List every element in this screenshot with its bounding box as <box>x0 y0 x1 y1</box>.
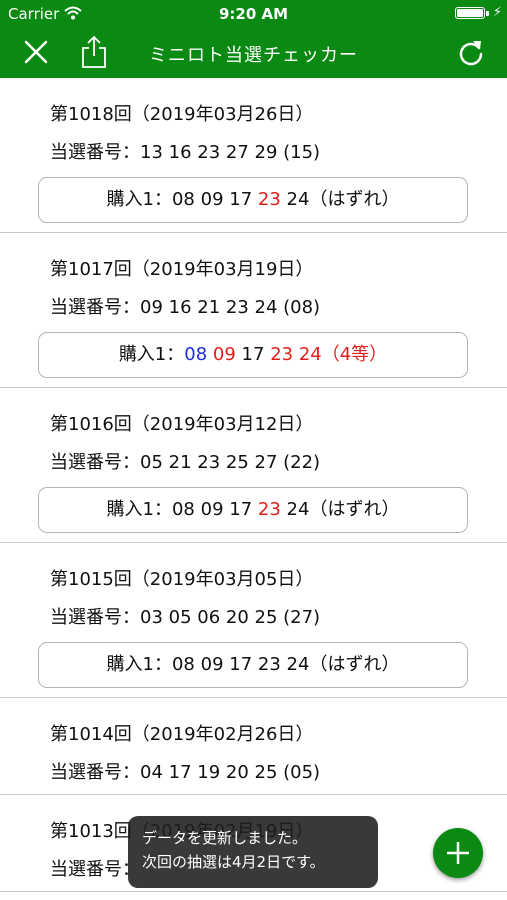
status-bar: Carrier 9:20 AM ⚡ <box>0 0 507 28</box>
battery-icon <box>455 7 485 19</box>
purchase-number: 17 <box>229 654 253 675</box>
purchase-result: （4等） <box>321 344 388 365</box>
purchase-number: 09 <box>212 344 236 365</box>
purchase-entry[interactable]: 購入1：08 09 17 23 24（はずれ） <box>38 177 468 223</box>
draw-title: 第1017回（2019年03月19日） <box>50 259 314 280</box>
draw-title: 第1018回（2019年03月26日） <box>50 104 314 125</box>
purchase-number: 08 <box>184 344 208 365</box>
purchase-number: 24 <box>286 499 310 520</box>
refresh-icon[interactable] <box>457 38 485 66</box>
purchase-number: 17 <box>229 189 253 210</box>
purchase-number: 09 <box>200 654 224 675</box>
nav-bar: ミニロト当選チェッカー <box>0 28 507 78</box>
draw-title: 第1016回（2019年03月12日） <box>50 414 314 435</box>
purchase-label: 購入1： <box>106 654 172 675</box>
toast-line: データを更新しました。 <box>142 829 308 847</box>
purchase-result: （はずれ） <box>309 189 400 210</box>
page-title: ミニロト当選チェッカー <box>149 45 358 66</box>
purchase-number: 08 <box>171 654 195 675</box>
purchase-number: 17 <box>229 499 253 520</box>
purchase-entry[interactable]: 購入1：08 09 17 23 24（はずれ） <box>38 487 468 533</box>
purchase-number: 24 <box>286 654 310 675</box>
winning-numbers: 当選番号：05 21 23 25 27 (22) <box>50 452 321 473</box>
purchase-number: 24 <box>286 189 310 210</box>
purchase-result: （はずれ） <box>309 499 400 520</box>
clock: 9:20 AM <box>218 5 289 23</box>
winning-numbers: 当選番号：04 17 19 20 25 (05) <box>50 762 321 783</box>
purchase-number: 08 <box>171 499 195 520</box>
winning-numbers: 当選番号： <box>50 859 140 880</box>
purchase-number: 23 <box>270 344 294 365</box>
toast-line: 次回の抽選は4月2日です。 <box>142 853 325 871</box>
plus-icon <box>447 842 469 864</box>
purchase-number: 09 <box>200 189 224 210</box>
purchase-number: 23 <box>257 499 281 520</box>
draw-row[interactable]: 第1015回（2019年03月05日） 当選番号：03 05 06 20 25 … <box>0 543 507 698</box>
purchase-number: 17 <box>241 344 265 365</box>
purchase-label: 購入1： <box>118 344 185 365</box>
draw-title: 第1014回（2019年02月26日） <box>50 724 314 745</box>
battery-tip <box>486 11 489 16</box>
purchase-label: 購入1： <box>106 189 172 210</box>
winning-numbers: 当選番号：09 16 21 23 24 (08) <box>50 297 321 318</box>
winning-numbers: 当選番号：03 05 06 20 25 (27) <box>50 607 321 628</box>
draw-row[interactable]: 第1014回（2019年02月26日） 当選番号：04 17 19 20 25 … <box>0 698 507 795</box>
purchase-number: 23 <box>257 189 281 210</box>
draw-list[interactable]: 第1018回（2019年03月26日） 当選番号：13 16 23 27 29 … <box>0 78 507 892</box>
draw-row[interactable]: 第1016回（2019年03月12日） 当選番号：05 21 23 25 27 … <box>0 388 507 543</box>
purchase-entry[interactable]: 購入1：08 09 17 23 24（4等） <box>38 332 468 378</box>
purchase-result: （はずれ） <box>309 654 400 675</box>
toast-message: データを更新しました。 次回の抽選は4月2日です。 <box>128 816 378 888</box>
purchase-number: 08 <box>171 189 195 210</box>
purchase-number: 09 <box>200 499 224 520</box>
draw-title: 第1015回（2019年03月05日） <box>50 569 314 590</box>
purchase-label: 購入1： <box>106 499 172 520</box>
draw-row[interactable]: 第1017回（2019年03月19日） 当選番号：09 16 21 23 24 … <box>0 233 507 388</box>
purchase-entry[interactable]: 購入1：08 09 17 23 24（はずれ） <box>38 642 468 688</box>
purchase-number: 23 <box>257 654 281 675</box>
charging-icon: ⚡ <box>492 5 502 20</box>
purchase-number: 24 <box>298 344 322 365</box>
winning-numbers: 当選番号：13 16 23 27 29 (15) <box>50 142 321 163</box>
add-purchase-button[interactable] <box>433 828 483 878</box>
draw-row[interactable]: 第1018回（2019年03月26日） 当選番号：13 16 23 27 29 … <box>0 78 507 233</box>
